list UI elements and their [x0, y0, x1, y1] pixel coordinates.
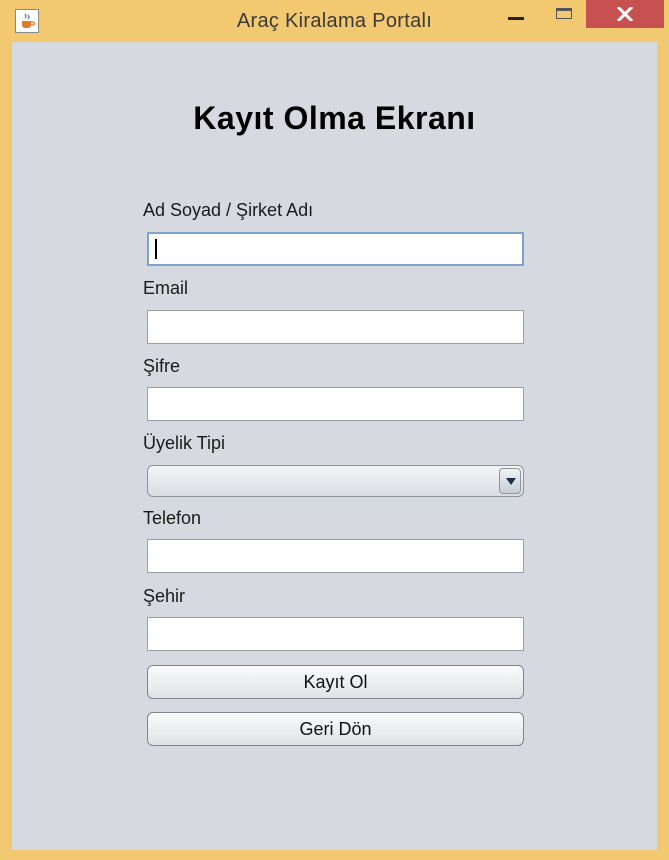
minimize-icon: [508, 17, 524, 20]
minimize-button[interactable]: [490, 0, 542, 28]
email-input[interactable]: [147, 310, 524, 344]
page-title: Kayıt Olma Ekranı: [193, 100, 476, 136]
membership-type-label: Üyelik Tipi: [143, 433, 226, 453]
email-label: Email: [143, 278, 189, 298]
name-label: Ad Soyad / Şirket Adı: [143, 200, 314, 220]
phone-label: Telefon: [143, 508, 202, 528]
close-icon: [617, 7, 633, 21]
membership-type-select[interactable]: [147, 465, 524, 497]
city-label: Şehir: [143, 586, 186, 606]
chevron-down-icon: [506, 478, 516, 485]
register-button[interactable]: Kayıt Ol: [147, 665, 524, 699]
password-label: Şifre: [143, 356, 181, 376]
dropdown-button[interactable]: [499, 468, 521, 494]
registration-panel: Kayıt Olma Ekranı Ad Soyad / Şirket Adı …: [12, 42, 657, 850]
app-window: Araç Kiralama Portalı Kayıt Olma Ekranı …: [0, 0, 669, 860]
back-button[interactable]: Geri Dön: [147, 712, 524, 746]
maximize-button[interactable]: [542, 0, 586, 28]
title-bar[interactable]: Araç Kiralama Portalı: [0, 0, 669, 42]
password-input[interactable]: [147, 387, 524, 421]
city-input[interactable]: [147, 617, 524, 651]
name-input[interactable]: [147, 232, 524, 266]
phone-input[interactable]: [147, 539, 524, 573]
close-button[interactable]: [586, 0, 664, 28]
maximize-icon: [556, 8, 572, 19]
text-caret: [155, 239, 157, 259]
